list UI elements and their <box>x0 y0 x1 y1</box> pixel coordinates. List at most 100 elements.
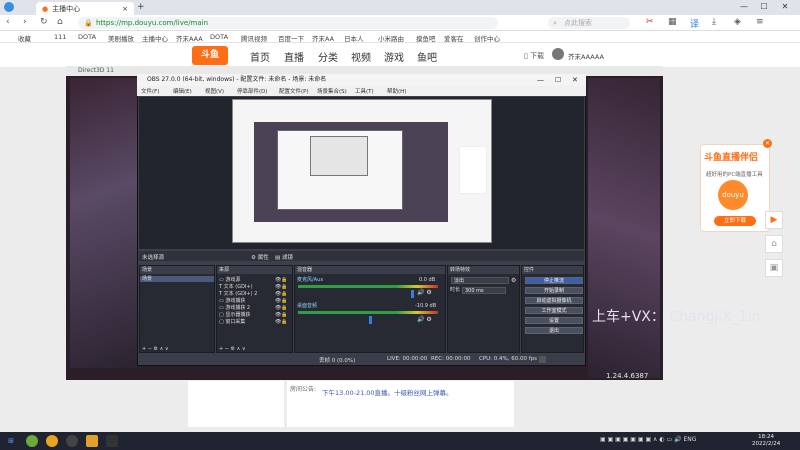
grid-icon[interactable]: ▦ <box>668 17 677 27</box>
tab-close-icon[interactable]: × <box>122 5 128 13</box>
obs-menu-profile[interactable]: 配置文件(P) <box>279 87 309 95</box>
nav-game[interactable]: 游戏 <box>384 49 404 64</box>
obs-taskbar-icon[interactable] <box>66 435 78 447</box>
scenes-tools[interactable]: + − ⚙ ∧ ∨ <box>142 346 169 352</box>
side-home-button[interactable]: ⌂ <box>765 235 783 253</box>
speaker-icon[interactable]: 🔊 ⚙ <box>417 289 432 296</box>
close-button[interactable]: ✕ <box>777 1 793 13</box>
bookmark-item[interactable]: 芥末AAA <box>176 33 203 43</box>
browser-logo-icon[interactable] <box>4 2 14 12</box>
transitions-panel: 转场特效 淡出 ⚙ 时长 300 ms <box>447 265 520 353</box>
side-play-button[interactable]: ▶ <box>765 211 783 229</box>
side-screen-button[interactable]: ▣ <box>765 259 783 277</box>
bookmark-item[interactable]: 摸鱼吧 <box>416 33 436 43</box>
avatar[interactable] <box>552 48 564 60</box>
bookmark-item[interactable]: 主播中心 <box>142 33 168 43</box>
source-item[interactable]: ▭ 游戏捕获 2 <box>219 305 250 311</box>
settings-button[interactable]: 设置 <box>525 317 583 324</box>
source-item[interactable]: T 文本 (GDI+) 2 <box>219 291 257 297</box>
nav-fishbar[interactable]: 鱼吧 <box>417 49 437 64</box>
obs-menu-tools[interactable]: 工具(T) <box>355 87 374 95</box>
app-icon[interactable] <box>106 435 118 447</box>
transition-settings-icon[interactable]: ⚙ <box>511 277 516 284</box>
scene-item[interactable]: 场景 <box>140 276 214 282</box>
stream-version: 1.24.4.6387 <box>606 372 649 380</box>
bookmark-item[interactable]: 百度一下 <box>278 33 304 43</box>
forward-icon[interactable]: › <box>23 17 27 27</box>
source-visibility-lock-icons[interactable]: 👁🔒 👁🔒 👁🔒 👁🔒 👁🔒 👁🔒 👁🔒 <box>275 277 288 326</box>
properties-button[interactable]: ⚙ 属性 <box>251 253 269 261</box>
bookmark-item[interactable]: 小米路由 <box>378 33 404 43</box>
extension-icon[interactable]: ◈ <box>734 17 741 27</box>
obs-menu-scene-collection[interactable]: 场景集合(S) <box>317 87 347 95</box>
translate-icon[interactable]: 译 <box>690 17 699 30</box>
new-tab-button[interactable]: + <box>137 2 145 12</box>
source-item[interactable]: ▭ 游戏捕获 <box>219 298 245 304</box>
bookmark-item[interactable]: 日本人 <box>344 33 364 43</box>
home-icon[interactable]: ⌂ <box>57 17 63 27</box>
sources-tools[interactable]: + − ⚙ ∧ ∨ <box>219 346 246 352</box>
duration-input[interactable]: 300 ms <box>462 287 506 294</box>
url-input[interactable]: 🔒 https://mp.douyu.com/live/main <box>78 17 498 29</box>
bookmark-item[interactable]: 收藏 <box>18 33 31 43</box>
nav-home[interactable]: 首页 <box>250 49 270 64</box>
nav-video[interactable]: 视频 <box>351 49 371 64</box>
download-link[interactable]: ▯ 下载 <box>524 51 544 61</box>
bookmark-item[interactable]: 美剧播放 <box>108 33 134 43</box>
start-recording-button[interactable]: 开始录制 <box>525 287 583 294</box>
obs-menu-file[interactable]: 文件(F) <box>141 87 159 95</box>
obs-menu-help[interactable]: 帮助(H) <box>387 87 406 95</box>
source-item[interactable]: ▢ 窗口采集 <box>219 319 245 325</box>
app-icon[interactable] <box>86 435 98 447</box>
cpu-fps: CPU: 0.4%, 60.00 fps <box>479 356 538 362</box>
download-icon[interactable]: ⤓ <box>712 17 716 27</box>
promo-close-icon[interactable]: ✕ <box>763 139 772 148</box>
minimize-button[interactable]: — <box>736 1 752 13</box>
app-icon[interactable] <box>26 435 38 447</box>
virtual-camera-button[interactable]: 启动虚拟摄像机 <box>525 297 583 304</box>
promo-download-button[interactable]: 立即下载 <box>714 216 756 226</box>
exit-button[interactable]: 退出 <box>525 327 583 334</box>
taskbar-clock[interactable]: 18:24 2022/2/24 <box>752 434 780 448</box>
bookmark-item[interactable]: DOTA <box>210 33 228 41</box>
studio-mode-button[interactable]: 工作室模式 <box>525 307 583 314</box>
refresh-icon[interactable]: ↻ <box>40 17 48 27</box>
obs-minimize-button[interactable]: — <box>537 74 544 86</box>
bookmark-item[interactable]: 芥末AA <box>312 33 334 43</box>
system-tray[interactable]: ▣ ▣ ▣ ▣ ▣ ▣ ▣ ∧ ◐ ▭ 🔊 ENG <box>600 436 696 443</box>
source-label: 游戏源 <box>225 277 241 283</box>
source-item[interactable]: ▭ 游戏源 <box>219 277 240 283</box>
properties-label: 属性 <box>257 255 269 261</box>
volume-slider[interactable] <box>369 316 372 324</box>
nav-category[interactable]: 分类 <box>318 49 338 64</box>
speaker-icon[interactable]: 🔊 ⚙ <box>417 316 432 323</box>
bookmark-item[interactable]: DOTA <box>78 33 96 41</box>
bookmark-item[interactable]: 爱客在 <box>444 33 464 43</box>
username[interactable]: 芥末AAAAA <box>568 51 604 61</box>
bookmark-item[interactable]: 111 <box>54 33 66 41</box>
obs-close-button[interactable]: ✕ <box>572 74 578 86</box>
bookmark-item[interactable]: 创作中心 <box>474 33 500 43</box>
transition-select[interactable]: 淡出 <box>451 277 509 284</box>
source-item[interactable]: T 文本 (GDI+) <box>219 284 253 290</box>
filters-button[interactable]: ▤ 滤镜 <box>275 253 293 261</box>
stop-streaming-button[interactable]: 停止推流 <box>525 277 583 284</box>
obs-menu-view[interactable]: 视图(V) <box>205 87 224 95</box>
maximize-button[interactable]: ☐ <box>756 1 772 13</box>
start-icon[interactable]: ⊞ <box>5 435 17 447</box>
input-language[interactable]: ENG <box>683 436 696 443</box>
bookmark-item[interactable]: 腾讯视频 <box>241 33 267 43</box>
source-item[interactable]: ▢ 显示器捕获 <box>219 312 250 318</box>
menu-icon[interactable]: ≡ <box>756 17 764 27</box>
browser-tab[interactable]: ● 主播中心 × <box>36 2 134 15</box>
nav-live[interactable]: 直播 <box>284 49 304 64</box>
obs-menu-docks[interactable]: 停靠部件(D) <box>237 87 268 95</box>
obs-menu-edit[interactable]: 编辑(E) <box>173 87 192 95</box>
app-icon[interactable] <box>46 435 58 447</box>
volume-slider[interactable] <box>411 290 414 298</box>
back-icon[interactable]: ‹ <box>6 17 10 27</box>
search-input[interactable]: ⌕ 点此搜索 <box>548 17 630 29</box>
obs-maximize-button[interactable]: ☐ <box>555 74 561 86</box>
douyu-logo[interactable]: 斗鱼 <box>192 46 228 65</box>
scissors-icon[interactable]: ✂ <box>646 17 654 27</box>
